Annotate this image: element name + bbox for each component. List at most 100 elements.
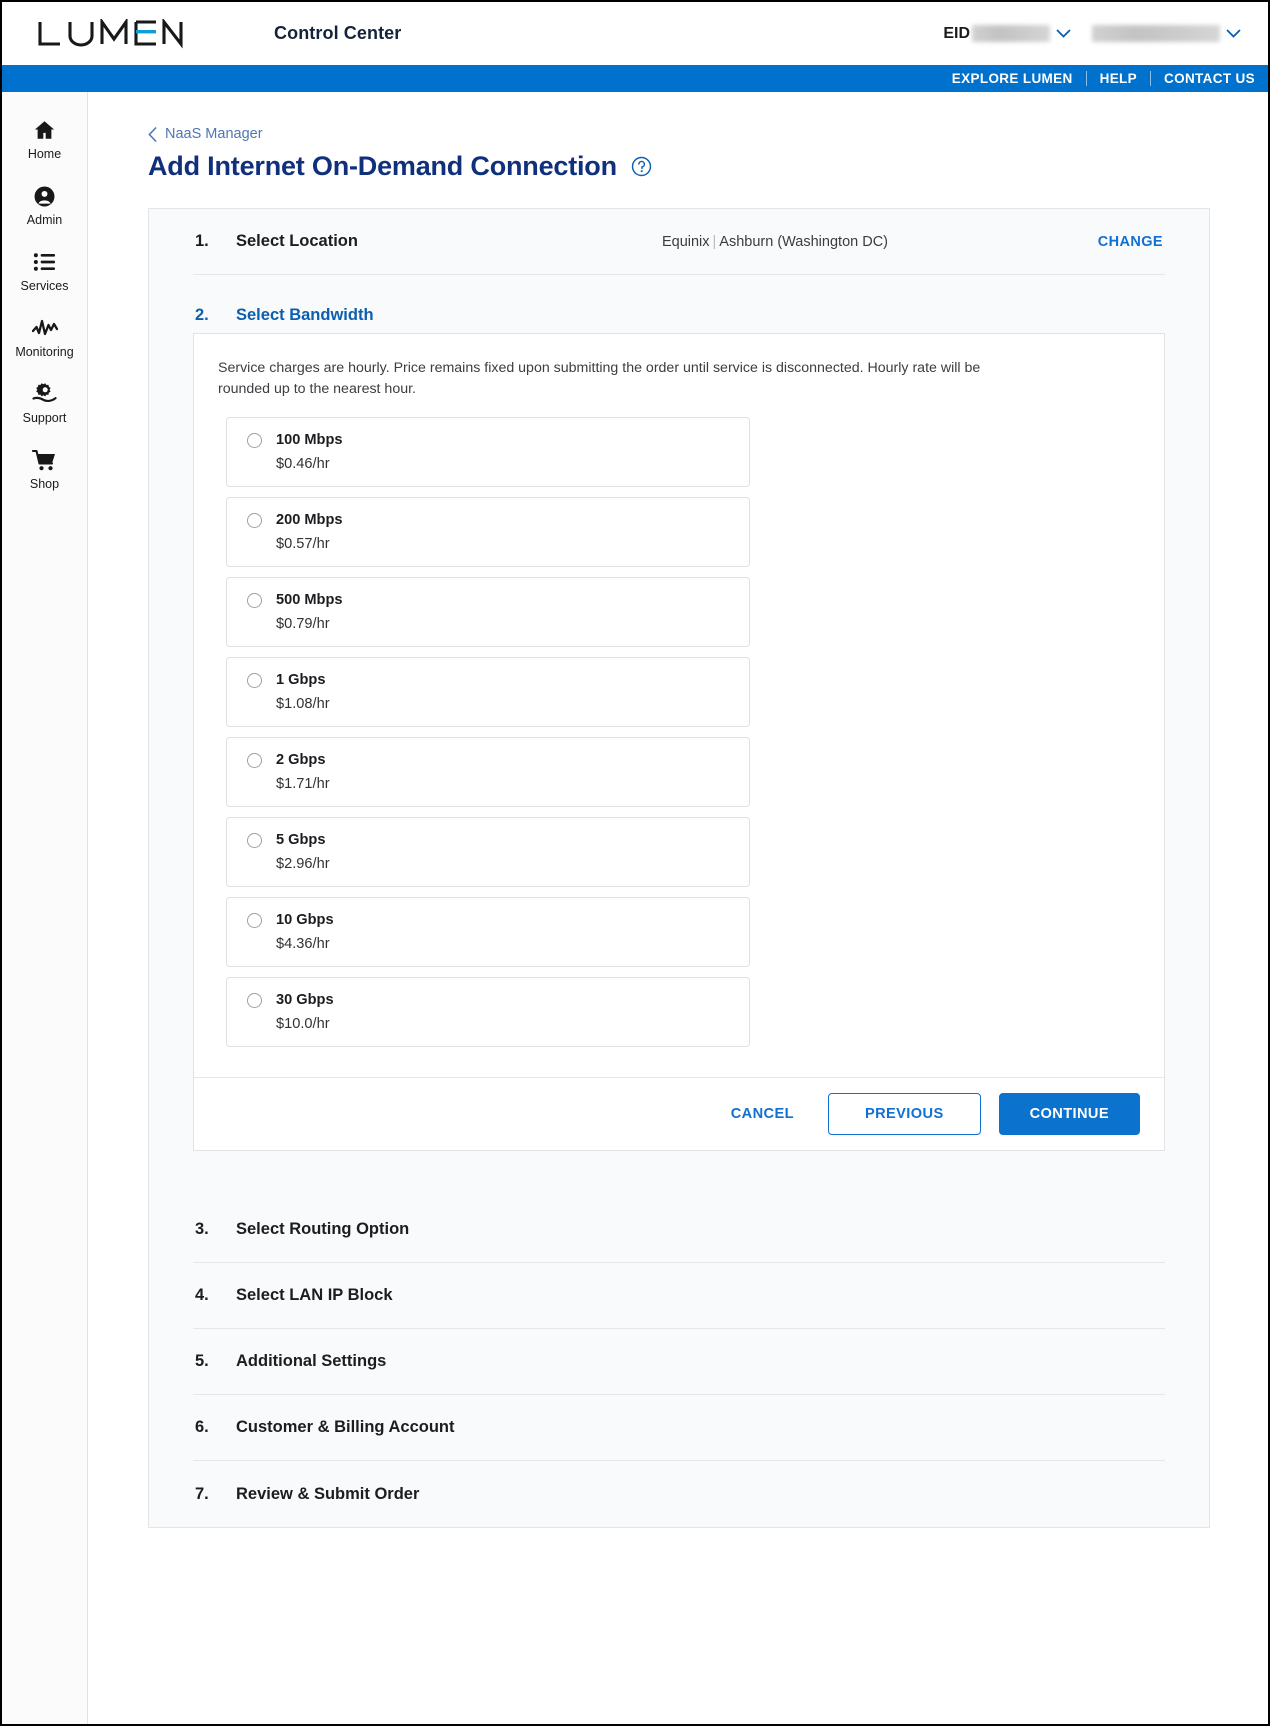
step-row-select-routing-option[interactable]: 3. Select Routing Option [193,1197,1165,1264]
sidebar-item-label: Support [22,411,67,425]
location-site: Ashburn (Washington DC) [719,233,888,250]
bandwidth-option[interactable]: 100 Mbps $0.46/hr [226,417,750,488]
sidebar-item-monitoring[interactable]: Monitoring [2,304,88,370]
eid-selector[interactable]: EID [943,21,1076,47]
sidebar-item-support[interactable]: Support [2,370,88,436]
main-content: NaaS Manager Add Internet On-Demand Conn… [88,92,1268,1724]
user-circle-icon [33,183,56,209]
step-label: Customer & Billing Account [236,1418,455,1437]
bandwidth-price: $1.08/hr [276,696,330,713]
sidebar-item-home[interactable]: Home [2,106,88,172]
account-value-redacted [1092,25,1220,42]
bandwidth-price: $0.79/hr [276,616,330,633]
bandwidth-option[interactable]: 1 Gbps $1.08/hr [226,657,750,728]
change-location-link[interactable]: CHANGE [1098,234,1163,250]
bandwidth-label: 2 Gbps [276,752,326,769]
step-number: 3. [195,1220,209,1239]
location-provider: Equinix [661,233,710,250]
bandwidth-price: $1.71/hr [276,776,330,793]
sidebar: Home Admin Services Monitoring Support S… [2,92,88,1724]
radio-button[interactable] [247,512,262,528]
sidebar-item-services[interactable]: Services [2,238,88,304]
app-title: Control Center [274,23,402,43]
step-label: Additional Settings [236,1352,387,1371]
sidebar-item-label: Services [20,279,69,293]
bandwidth-label: 200 Mbps [276,512,343,529]
step-number: 5. [195,1352,209,1371]
wizard-card: 1. Select Location Equinix | Ashburn (Wash… [148,208,1210,1529]
step-row-select-bandwidth[interactable]: 2. Select Bandwidth [193,275,1165,333]
cart-icon [32,447,57,473]
step-label: Review & Submit Order [236,1484,420,1503]
lumen-logo[interactable] [36,18,184,49]
question-circle-icon[interactable] [631,156,652,177]
bandwidth-option[interactable]: 200 Mbps $0.57/hr [226,497,750,568]
radio-button[interactable] [247,592,262,608]
breadcrumb-label: NaaS Manager [165,126,263,142]
step-label: Select Bandwidth [236,306,374,324]
chevron-down-icon[interactable] [1220,21,1246,47]
bandwidth-note: Service charges are hourly. Price remain… [218,360,981,397]
radio-button[interactable] [247,672,262,688]
eid-label: EID [943,24,970,42]
utility-nav: EXPLORE LUMEN HELP CONTACT US [2,65,1268,92]
selected-location-value: Equinix | Ashburn (Washington DC) [662,234,888,250]
activity-icon [31,315,58,341]
bandwidth-price: $2.96/hr [276,856,330,873]
bandwidth-option[interactable]: 30 Gbps $10.0/hr [226,977,750,1048]
sidebar-item-label: Home [27,147,62,161]
sidebar-item-shop[interactable]: Shop [2,436,88,502]
nav-explore-lumen[interactable]: EXPLORE LUMEN [939,65,1086,92]
step-row-select-lan-ip-block[interactable]: 4. Select LAN IP Block [193,1263,1165,1330]
step-row-select-location[interactable]: 1. Select Location Equinix | Ashburn (Wash… [193,209,1165,275]
step-number: 1. [195,232,209,250]
gear-hand-icon [32,381,57,407]
eid-value-redacted [972,25,1050,42]
radio-button[interactable] [247,752,262,768]
step-number: 6. [195,1418,209,1437]
value-separator: | [712,233,717,250]
bandwidth-option[interactable]: 5 Gbps $2.96/hr [226,817,750,888]
top-header: Control Center EID [2,2,1268,65]
radio-button[interactable] [247,912,262,928]
radio-button[interactable] [247,992,262,1008]
bandwidth-label: 100 Mbps [276,432,343,449]
sidebar-item-label: Admin [26,213,63,227]
nav-contact-us[interactable]: CONTACT US [1151,65,1268,92]
bandwidth-price: $0.46/hr [276,456,330,473]
wizard-actions: CANCEL PREVIOUS CONTINUE [194,1077,1164,1150]
step-label: Select Location [236,232,358,250]
home-icon [33,117,56,143]
sidebar-item-label: Shop [29,477,60,491]
bandwidth-option[interactable]: 2 Gbps $1.71/hr [226,737,750,808]
cancel-button[interactable]: CANCEL [715,1096,810,1132]
page-title-row: Add Internet On-Demand Connection [148,151,1210,182]
step-label: Select LAN IP Block [236,1286,393,1305]
app-window: Control Center EID EXPLORE LUMEN HELP CO… [0,0,1270,1726]
radio-button[interactable] [247,832,262,848]
nav-help[interactable]: HELP [1087,65,1150,92]
page-title: Add Internet On-Demand Connection [148,151,617,181]
account-selector[interactable] [1092,21,1246,47]
step-row-additional-settings[interactable]: 5. Additional Settings [193,1329,1165,1396]
account-selectors: EID [943,21,1252,47]
continue-button[interactable]: CONTINUE [998,1093,1140,1136]
breadcrumb[interactable]: NaaS Manager [148,126,263,142]
bandwidth-option[interactable]: 500 Mbps $0.79/hr [226,577,750,648]
step-row-customer-billing-account[interactable]: 6. Customer & Billing Account [193,1395,1165,1462]
remaining-steps: 3. Select Routing Option 4. Select LAN I… [193,1197,1165,1527]
bandwidth-price: $4.36/hr [276,936,330,953]
chevron-down-icon[interactable] [1050,21,1076,47]
sidebar-item-admin[interactable]: Admin [2,172,88,238]
bandwidth-label: 10 Gbps [276,912,334,929]
bandwidth-label: 30 Gbps [276,992,334,1009]
bandwidth-label: 5 Gbps [276,832,326,849]
previous-button[interactable]: PREVIOUS [827,1093,981,1136]
bandwidth-option[interactable]: 10 Gbps $4.36/hr [226,897,750,968]
radio-button[interactable] [247,432,262,448]
bandwidth-options: 100 Mbps $0.46/hr 200 Mbps $0.57/hr 500 … [194,403,1164,1077]
step-label: Select Routing Option [236,1220,410,1239]
step-row-review-submit-order[interactable]: 7. Review & Submit Order [193,1461,1165,1527]
step-number: 7. [195,1484,209,1503]
chevron-left-icon [148,126,157,142]
